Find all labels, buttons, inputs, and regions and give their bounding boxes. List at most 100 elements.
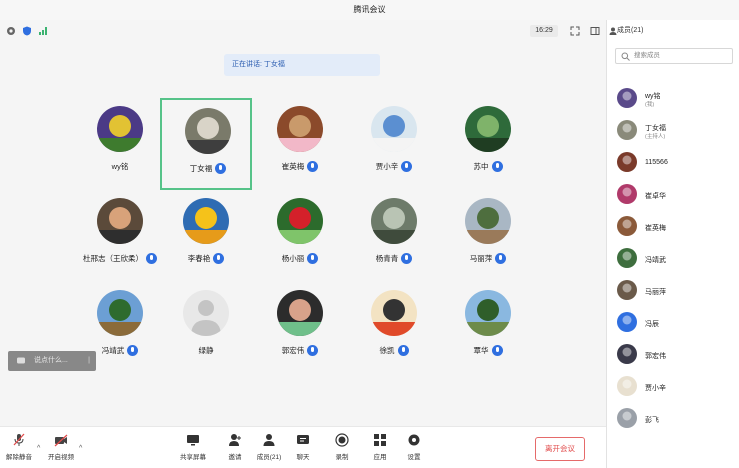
person-icon <box>609 27 617 35</box>
member-row[interactable]: 崔英梅 <box>607 210 739 242</box>
status-bar: 16:29 <box>0 20 606 42</box>
member-row[interactable]: wy铭 (我) <box>607 82 739 114</box>
participant-name: 马丽萍 <box>469 254 493 263</box>
participant-tile[interactable]: 郭宏伟 <box>254 282 346 374</box>
member-row[interactable]: 冯靖武 <box>607 242 739 274</box>
meeting-time: 16:29 <box>530 25 558 37</box>
participant-name: 杨青青 <box>375 254 399 263</box>
participant-name: 徐凯 <box>379 346 395 355</box>
member-role: (主持人) <box>645 134 666 140</box>
member-row[interactable]: 郭宏伟 <box>607 338 739 370</box>
member-name: 郭宏伟 <box>645 353 666 360</box>
participant-name: 苏中 <box>473 162 489 171</box>
mute-button[interactable]: 解除静音 <box>2 431 36 467</box>
participant-name-row: 郭宏伟 <box>254 344 346 358</box>
member-avatar <box>617 152 637 172</box>
members-header: 成员(21) <box>607 20 739 42</box>
apps-button[interactable]: 应用 <box>363 431 397 467</box>
invite-label: 邀请 <box>228 454 242 461</box>
participant-name-row: 杨小丽 <box>254 252 346 266</box>
participant-tile[interactable]: 徐凯 <box>348 282 440 374</box>
participant-name: 覃华 <box>473 346 489 355</box>
mute-options-caret[interactable]: ^ <box>37 445 40 452</box>
participant-name-row: 崔英梅 <box>254 160 346 174</box>
record-button[interactable]: 录制 <box>325 431 359 467</box>
member-avatar <box>617 280 637 300</box>
participant-avatar <box>371 290 417 336</box>
participant-tile[interactable]: 覃华 <box>442 282 534 374</box>
member-row[interactable]: 彭飞 <box>607 402 739 434</box>
video-button[interactable]: 开启视频 <box>44 431 78 467</box>
chat-button[interactable]: 聊天 <box>286 431 320 467</box>
participant-name-row: 马丽萍 <box>442 252 534 266</box>
participant-avatar <box>97 106 143 152</box>
mic-icon <box>307 160 319 172</box>
member-row[interactable]: 崔卓华 <box>607 178 739 210</box>
participant-tile[interactable]: 马丽萍 <box>442 190 534 282</box>
video-options-caret[interactable]: ^ <box>79 445 82 452</box>
participant-tile[interactable]: 苏中 <box>442 98 534 190</box>
member-avatar <box>617 344 637 364</box>
member-role: (我) <box>645 102 655 108</box>
participant-tile[interactable]: 绿静 <box>160 282 252 374</box>
members-button[interactable]: 成员(21) <box>252 431 286 467</box>
members-sidebar: 成员(21) 搜索成员 wy铭 (我) 丁女福 (主持人) 115566 崔卓华崔英梅 冯靖… <box>606 20 739 468</box>
mute-label: 解除静音 <box>6 454 32 461</box>
meeting-area: 16:29 正在讲话: 丁女福 wy铭 丁女福 崔英梅 贾小辛 苏中杜邢志（王欣柔） 李春… <box>0 20 606 468</box>
participant-name-row: wy铭 <box>74 160 166 174</box>
leave-meeting-button[interactable]: 离开会议 <box>535 437 585 461</box>
mic-icon <box>401 160 413 172</box>
participant-tile[interactable]: wy铭 <box>74 98 166 190</box>
member-name: 冯辰 <box>645 321 659 328</box>
member-row[interactable]: 115566 <box>607 146 739 178</box>
mic-icon <box>307 252 319 264</box>
chat-placeholder: 说点什么... <box>34 357 68 364</box>
member-name: 彭飞 <box>645 417 659 424</box>
participant-tile[interactable]: 李春艳 <box>160 190 252 282</box>
mic-icon <box>495 252 507 264</box>
signal-icon[interactable] <box>38 26 48 36</box>
settings-button[interactable]: 设置 <box>397 431 431 467</box>
member-name: 崔卓华 <box>645 193 666 200</box>
participant-tile[interactable]: 贾小辛 <box>348 98 440 190</box>
layout-icon[interactable] <box>590 26 600 36</box>
speaking-indicator: 正在讲话: 丁女福 <box>224 54 380 76</box>
member-avatar <box>617 248 637 268</box>
fullscreen-icon[interactable] <box>570 26 580 36</box>
bottom-toolbar: 解除静音 ^ 开启视频 ^ 共享屏幕 邀请 成员(21) 聊天 录制 应用 设置… <box>0 426 606 468</box>
member-row[interactable]: 贾小辛 <box>607 370 739 402</box>
video-label: 开启视频 <box>48 454 74 461</box>
participant-avatar <box>277 198 323 244</box>
participant-tile[interactable]: 杜邢志（王欣柔） <box>74 190 166 282</box>
participant-tile[interactable]: 杨小丽 <box>254 190 346 282</box>
participant-name: 崔英梅 <box>281 162 305 171</box>
record-label: 录制 <box>335 454 349 461</box>
mic-icon <box>491 160 503 172</box>
mic-icon <box>397 344 409 356</box>
member-row[interactable]: 冯辰 <box>607 306 739 338</box>
chat-label: 聊天 <box>296 454 310 461</box>
participant-name: 杜邢志（王欣柔） <box>83 254 143 263</box>
invite-button[interactable]: 邀请 <box>218 431 252 467</box>
participant-tile[interactable]: 杨青青 <box>348 190 440 282</box>
participant-name-row: 苏中 <box>442 160 534 174</box>
shield-icon[interactable] <box>22 26 32 36</box>
share-label: 共享屏幕 <box>180 454 206 461</box>
record-icon <box>335 433 349 447</box>
gear-icon[interactable] <box>6 26 16 36</box>
chat-input[interactable]: 说点什么... | <box>8 351 96 371</box>
mic-icon <box>215 162 227 174</box>
members-label: 成员(21) <box>256 454 282 461</box>
participant-tile[interactable]: 崔英梅 <box>254 98 346 190</box>
participant-avatar <box>465 290 511 336</box>
mic-icon <box>491 344 503 356</box>
member-row[interactable]: 丁女福 (主持人) <box>607 114 739 146</box>
participant-avatar <box>277 290 323 336</box>
share-screen-button[interactable]: 共享屏幕 <box>176 431 210 467</box>
participant-name-row: 李春艳 <box>160 252 252 266</box>
member-row[interactable]: 马丽萍 <box>607 274 739 306</box>
participant-avatar <box>97 290 143 336</box>
participant-tile[interactable]: 丁女福 <box>160 98 252 190</box>
participant-avatar <box>371 198 417 244</box>
member-search-input[interactable]: 搜索成员 <box>615 48 733 64</box>
